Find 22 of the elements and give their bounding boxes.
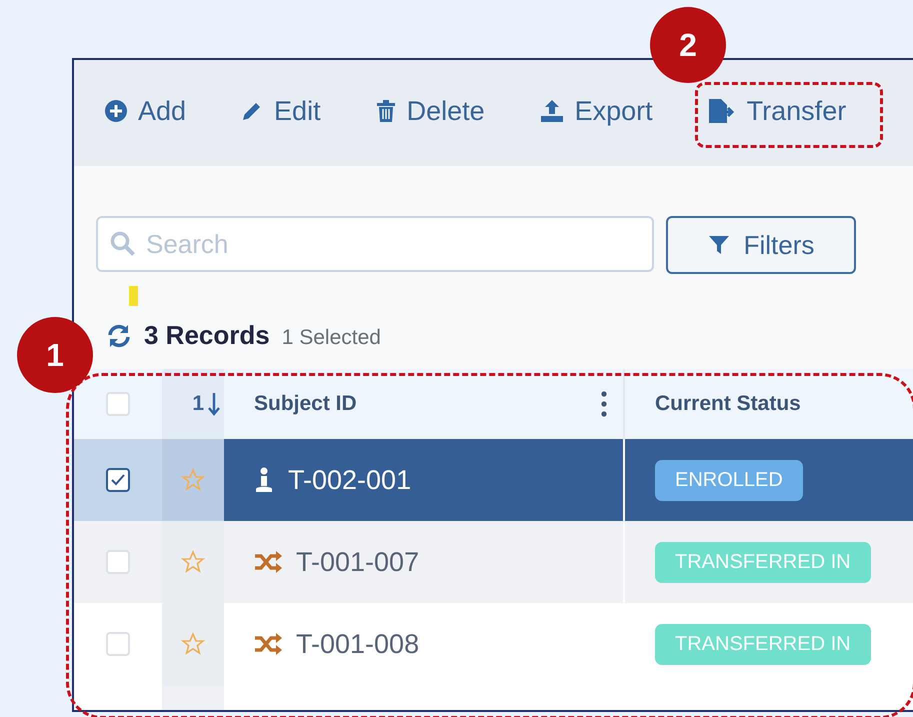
status-badge: TRANSFERRED IN (655, 624, 871, 664)
subject-id[interactable]: T-001-007 (296, 546, 420, 578)
table-row[interactable]: T-002-001 ENROLLED (74, 439, 913, 521)
sort-header[interactable]: 1 (162, 369, 224, 439)
toolbar-button[interactable]: Add (104, 96, 186, 126)
status-badge: ENROLLED (655, 460, 803, 500)
search-field[interactable]: Search (96, 216, 654, 272)
toolbar-button[interactable]: Delete (374, 96, 485, 126)
toolbar-button[interactable]: Edit (240, 96, 321, 126)
subject-id[interactable]: T-001-008 (296, 628, 420, 660)
records-count: 3 Records (144, 320, 270, 351)
status-badge: TRANSFERRED IN (655, 542, 871, 582)
filters-button[interactable]: Filters (666, 216, 856, 274)
subject-id[interactable]: T-002-001 (288, 464, 412, 496)
toolbar-button[interactable]: Export (538, 96, 653, 126)
column-header[interactable]: Current Status (625, 369, 913, 439)
toolbar-button[interactable]: Transfer (706, 96, 846, 126)
selected-count: 1 Selected (282, 326, 381, 350)
table-row[interactable]: T-001-007 TRANSFERRED IN (74, 521, 913, 603)
step-marker: 2 (650, 7, 726, 83)
sort-index: 1 (192, 392, 204, 416)
step-marker: 1 (17, 317, 93, 393)
